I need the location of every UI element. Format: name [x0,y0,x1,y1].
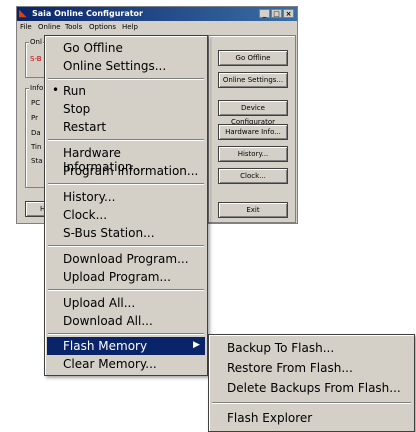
minimize-button[interactable]: _ [259,9,270,18]
info-row: Pr [31,114,38,122]
maximize-button[interactable]: □ [271,9,282,18]
info-row: Tin [31,143,42,151]
go-offline-button[interactable]: Go Offline [218,50,288,66]
submenu-item-delete-backups[interactable]: Delete Backups From Flash... [211,378,412,398]
saia-logo-icon: ◣ [19,8,27,19]
submenu-item-backup-to-flash[interactable]: Backup To Flash... [211,338,412,358]
menu-item-hardware-information[interactable]: Hardware Information... [47,144,205,174]
bullet-icon: • [52,83,60,97]
menu-bar: File Online Tools Options Help [17,21,297,34]
submenu-item-restore-from-flash[interactable]: Restore From Flash... [211,358,412,378]
menu-separator [48,139,204,141]
menu-item-clear-memory[interactable]: Clear Memory... [47,355,205,373]
menu-item-flash-memory[interactable]: Flash Memory ▶ [47,337,205,355]
close-button[interactable]: × [283,9,294,18]
menu-separator [48,245,204,247]
title-bar[interactable]: ◣ Saia Online Configurator _ □ × [17,7,297,21]
menu-item-go-offline[interactable]: Go Offline [47,39,205,57]
menu-item-history[interactable]: History... [47,188,205,206]
info-row: Da [31,129,41,137]
station-value: S-B [30,55,42,63]
menu-item-restart[interactable]: Restart [47,118,205,136]
menu-item-run[interactable]: • Run [47,82,205,100]
menu-item-s-bus-station[interactable]: S-Bus Station... [47,224,205,242]
submenu-arrow-icon: ▶ [193,340,200,350]
flash-memory-submenu: Backup To Flash... Restore From Flash...… [208,334,415,432]
menu-item-download-all[interactable]: Download All... [47,312,205,330]
menu-separator [212,402,411,404]
menu-help[interactable]: Help [122,23,138,31]
submenu-item-flash-explorer[interactable]: Flash Explorer [211,408,412,428]
hardware-info-button[interactable]: Hardware Info... [218,124,288,140]
menu-separator [48,78,204,80]
online-group-label: Onl [29,38,43,46]
menu-item-upload-all[interactable]: Upload All... [47,294,205,312]
menu-file[interactable]: File [20,23,32,31]
info-row: PC [31,99,41,107]
exit-button[interactable]: Exit [218,202,288,218]
online-settings-button[interactable]: Online Settings... [218,72,288,88]
info-group-label: Info [29,84,45,92]
menu-item-program-information[interactable]: Program Information... [47,162,205,180]
clock-button[interactable]: Clock... [218,168,288,184]
menu-online[interactable]: Online [38,23,61,31]
window-title: Saia Online Configurator [32,9,143,18]
menu-item-download-program[interactable]: Download Program... [47,250,205,268]
menu-options[interactable]: Options [89,23,116,31]
command-group: Go Offline Online Settings... Device Con… [208,35,296,223]
menu-item-clock[interactable]: Clock... [47,206,205,224]
device-configurator-button[interactable]: Device Configurator [218,100,288,126]
menu-separator [48,183,204,185]
menu-tools[interactable]: Tools [65,23,82,31]
menu-separator [48,333,204,335]
menu-item-stop[interactable]: Stop [47,100,205,118]
menu-item-online-settings[interactable]: Online Settings... [47,57,205,75]
menu-separator [48,289,204,291]
online-menu: Go Offline Online Settings... • Run Stop… [44,35,208,376]
menu-item-upload-program[interactable]: Upload Program... [47,268,205,286]
info-row: Sta [31,157,43,165]
history-button[interactable]: History... [218,146,288,162]
